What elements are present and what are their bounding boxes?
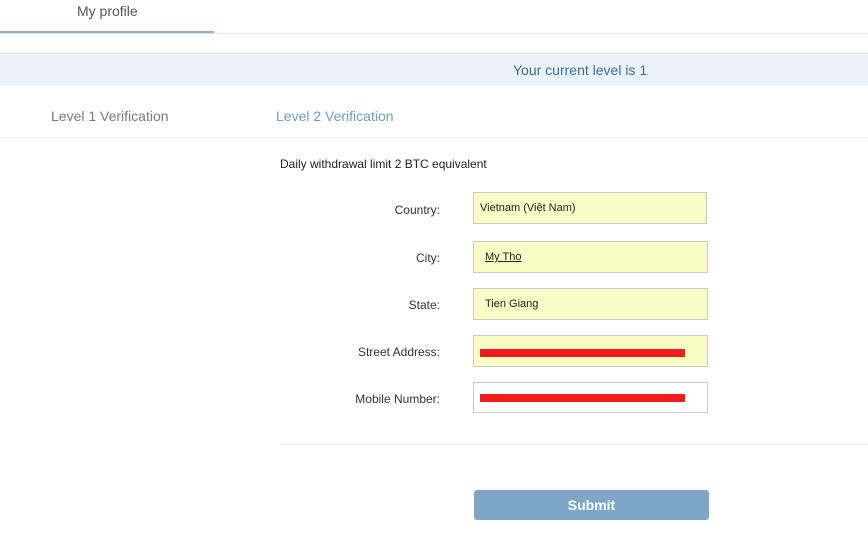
tab-my-profile-label: My profile [77, 3, 138, 19]
country-value: Vietnam (Việt Nam) [480, 202, 576, 214]
country-field[interactable]: Vietnam (Việt Nam) [473, 192, 707, 224]
page: My profile Your current level is 1 Level… [0, 0, 868, 540]
mobile-number-field[interactable] [473, 382, 708, 413]
form-divider [280, 444, 868, 445]
level-banner-text: Your current level is 1 [513, 62, 648, 78]
city-value: My Tho [485, 251, 522, 263]
state-field[interactable]: Tien Giang [473, 288, 708, 320]
city-label: City: [416, 251, 440, 265]
city-field[interactable]: My Tho [473, 241, 708, 273]
verification-tabs: Level 1 Verification Level 2 Verificatio… [0, 98, 868, 138]
level-banner: Your current level is 1 [0, 53, 868, 86]
mobile-number-redaction [480, 394, 685, 402]
withdrawal-limit-text: Daily withdrawal limit 2 BTC equivalent [280, 157, 487, 171]
tab-my-profile[interactable]: My profile [0, 0, 214, 33]
tab-level-1-verification[interactable]: Level 1 Verification [51, 108, 169, 124]
street-address-label: Street Address: [357, 345, 440, 359]
top-tab-bar: My profile [0, 0, 868, 34]
street-address-field[interactable] [473, 335, 708, 367]
state-label: State: [408, 298, 440, 312]
tab-level-2-verification[interactable]: Level 2 Verification [276, 108, 394, 124]
mobile-number-label: Mobile Number: [355, 392, 440, 406]
street-address-redaction [480, 349, 685, 357]
submit-button[interactable]: Submit [474, 490, 709, 520]
state-value: Tien Giang [485, 298, 539, 310]
country-label: Country: [394, 203, 440, 217]
